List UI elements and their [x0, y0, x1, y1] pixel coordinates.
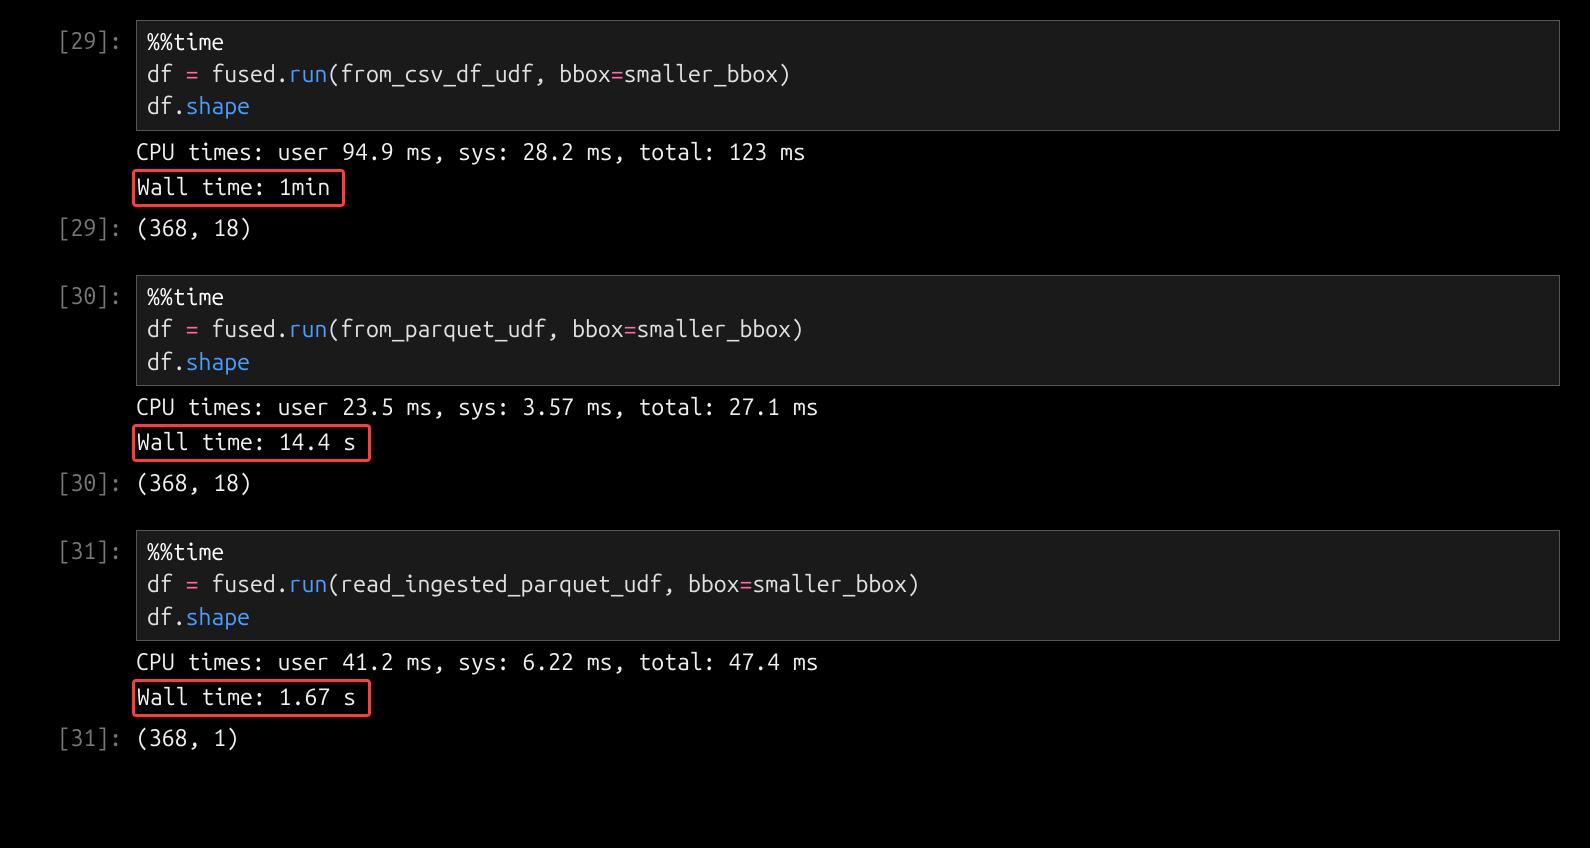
function-name: run: [289, 572, 328, 597]
code-text: (from_csv_df_udf, bbox: [327, 62, 610, 87]
output-row: [29]: (368, 18): [30, 213, 1560, 245]
operator: =: [186, 572, 199, 597]
code-input[interactable]: %%time df = fused.run(read_ingested_parq…: [136, 530, 1560, 641]
function-name: run: [289, 317, 328, 342]
function-name: run: [289, 62, 328, 87]
output-row: [30]: (368, 18): [30, 468, 1560, 500]
attribute: shape: [186, 350, 250, 375]
magic-command: %%time: [147, 540, 224, 565]
stdout-row: CPU times: user 41.2 ms, sys: 6.22 ms, t…: [30, 647, 1560, 717]
cell-result: (368, 18): [136, 213, 1560, 245]
code-text: fused.: [199, 317, 289, 342]
code-text: df: [147, 317, 186, 342]
input-prompt: [31]:: [30, 530, 136, 568]
cpu-times-line: CPU times: user 41.2 ms, sys: 6.22 ms, t…: [136, 650, 819, 675]
attribute: shape: [186, 605, 250, 630]
empty-prompt: [30, 647, 136, 653]
code-text: df: [147, 62, 186, 87]
output-prompt: [30]:: [30, 468, 136, 500]
operator: =: [624, 317, 637, 342]
stdout-text: CPU times: user 41.2 ms, sys: 6.22 ms, t…: [136, 647, 1560, 717]
wall-time-line: Wall time: 1min: [137, 175, 330, 200]
wall-time-line: Wall time: 14.4 s: [137, 430, 356, 455]
operator: =: [186, 62, 199, 87]
code-input-row: [29]: %%time df = fused.run(from_csv_df_…: [30, 20, 1560, 131]
code-text: smaller_bbox): [636, 317, 803, 342]
attribute: shape: [186, 94, 250, 119]
code-input-row: [30]: %%time df = fused.run(from_parquet…: [30, 275, 1560, 386]
wall-time-highlight: Wall time: 1.67 s: [132, 679, 371, 717]
stdout-text: CPU times: user 23.5 ms, sys: 3.57 ms, t…: [136, 392, 1560, 462]
code-input[interactable]: %%time df = fused.run(from_csv_df_udf, b…: [136, 20, 1560, 131]
code-text: smaller_bbox): [624, 62, 791, 87]
operator: =: [186, 317, 199, 342]
magic-command: %%time: [147, 285, 224, 310]
operator: =: [611, 62, 624, 87]
wall-time-highlight: Wall time: 1min: [132, 169, 345, 207]
code-text: smaller_bbox): [752, 572, 919, 597]
cpu-times-line: CPU times: user 23.5 ms, sys: 3.57 ms, t…: [136, 395, 819, 420]
code-text: df.: [147, 605, 186, 630]
input-prompt: [29]:: [30, 20, 136, 58]
code-input[interactable]: %%time df = fused.run(from_parquet_udf, …: [136, 275, 1560, 386]
notebook-cell-group: [30]: %%time df = fused.run(from_parquet…: [30, 275, 1560, 500]
code-text: (read_ingested_parquet_udf, bbox: [327, 572, 739, 597]
operator: =: [740, 572, 753, 597]
code-text: (from_parquet_udf, bbox: [327, 317, 623, 342]
code-text: df.: [147, 350, 186, 375]
output-prompt: [31]:: [30, 723, 136, 755]
cell-result: (368, 1): [136, 723, 1560, 755]
magic-command: %%time: [147, 30, 224, 55]
code-text: fused.: [199, 572, 289, 597]
stdout-row: CPU times: user 94.9 ms, sys: 28.2 ms, t…: [30, 137, 1560, 207]
stdout-text: CPU times: user 94.9 ms, sys: 28.2 ms, t…: [136, 137, 1560, 207]
input-prompt: [30]:: [30, 275, 136, 313]
output-prompt: [29]:: [30, 213, 136, 245]
code-text: df: [147, 572, 186, 597]
code-text: df.: [147, 94, 186, 119]
wall-time-line: Wall time: 1.67 s: [137, 685, 356, 710]
cpu-times-line: CPU times: user 94.9 ms, sys: 28.2 ms, t…: [136, 140, 806, 165]
empty-prompt: [30, 392, 136, 398]
stdout-row: CPU times: user 23.5 ms, sys: 3.57 ms, t…: [30, 392, 1560, 462]
cell-result: (368, 18): [136, 468, 1560, 500]
notebook-cell-group: [31]: %%time df = fused.run(read_ingeste…: [30, 530, 1560, 755]
code-input-row: [31]: %%time df = fused.run(read_ingeste…: [30, 530, 1560, 641]
empty-prompt: [30, 137, 136, 143]
wall-time-highlight: Wall time: 14.4 s: [132, 424, 371, 462]
notebook-cell-group: [29]: %%time df = fused.run(from_csv_df_…: [30, 20, 1560, 245]
output-row: [31]: (368, 1): [30, 723, 1560, 755]
code-text: fused.: [199, 62, 289, 87]
